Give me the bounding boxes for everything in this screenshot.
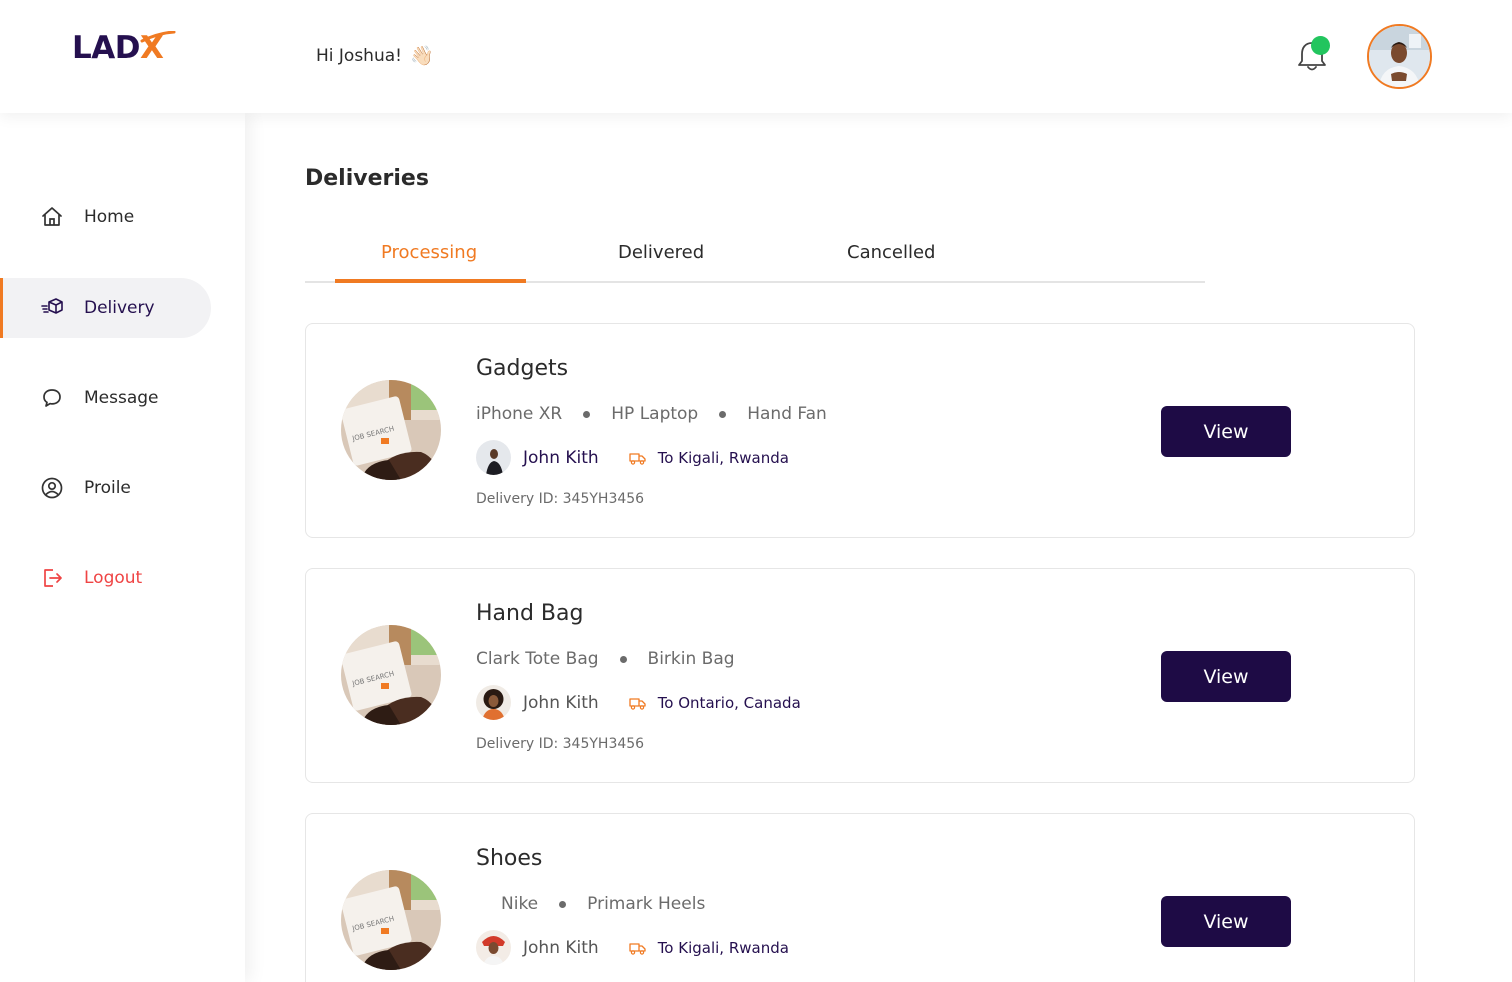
avatar-image (1369, 26, 1430, 87)
person-name: John Kith (523, 692, 599, 713)
separator-dot (559, 900, 567, 908)
sidebar-item-label: Logout (84, 568, 143, 588)
delivery-title: Shoes (476, 846, 543, 871)
sidebar-item-label: Delivery (84, 298, 155, 318)
truck-icon (629, 697, 646, 710)
top-bar: LADX Hi Joshua! 👋🏻 (0, 0, 1512, 113)
delivery-item: Clark Tote Bag (476, 649, 599, 669)
delivery-title: Gadgets (476, 356, 569, 381)
view-button[interactable]: View (1161, 406, 1291, 457)
sidebar-item-message[interactable]: Message (0, 368, 211, 428)
delivery-item: Primark Heels (587, 894, 706, 914)
delivery-card: JOB SEARCH Shoes Nike Primark Heels John… (305, 813, 1415, 982)
person-name: John Kith (523, 937, 599, 958)
delivery-destination: To Kigali, Rwanda (657, 938, 789, 957)
person-avatar (476, 685, 511, 720)
home-icon (42, 207, 62, 226)
separator-dot (719, 410, 727, 418)
delivery-destination: To Kigali, Rwanda (657, 448, 789, 467)
delivery-image: JOB SEARCH (341, 625, 441, 725)
delivery-item: Nike (501, 894, 539, 914)
delivery-person-row: John Kith To Kigali, Rwanda (476, 440, 789, 475)
delivery-items: iPhone XR HP Laptop Hand Fan (476, 404, 827, 424)
chat-bubble-icon (43, 389, 61, 407)
person-avatar (476, 440, 511, 475)
separator-dot (619, 655, 627, 663)
delivery-image: JOB SEARCH (341, 870, 441, 970)
user-circle-icon (41, 477, 63, 499)
delivery-card: JOB SEARCH Hand Bag Clark Tote Bag Birki… (305, 568, 1415, 783)
truck-icon (629, 942, 646, 955)
logo-swoosh-icon (140, 31, 176, 43)
person-avatar (476, 930, 511, 965)
page-title: Deliveries (305, 166, 429, 191)
greeting-text: Hi Joshua! (316, 45, 402, 66)
delivery-item: Hand Fan (747, 404, 827, 424)
delivery-image: JOB SEARCH (341, 380, 441, 480)
sidebar-item-label: Home (84, 207, 135, 227)
separator-dot (583, 410, 591, 418)
view-button[interactable]: View (1161, 651, 1291, 702)
delivery-card: JOB SEARCH Gadgets iPhone XR HP Laptop H… (305, 323, 1415, 538)
sidebar-item-profile[interactable]: Proile (0, 458, 211, 518)
user-avatar[interactable] (1367, 24, 1432, 89)
tab-delivered[interactable]: Delivered (618, 242, 704, 263)
sidebar-item-home[interactable]: Home (0, 187, 211, 247)
sidebar-item-logout[interactable]: Logout (0, 548, 211, 608)
delivery-title: Hand Bag (476, 601, 584, 626)
active-tab-indicator (335, 279, 526, 283)
logo-text: LAD (72, 30, 140, 66)
logout-icon (44, 569, 62, 587)
delivery-id: Delivery ID: 345YH3456 (476, 736, 645, 752)
view-button[interactable]: View (1161, 896, 1291, 947)
tab-cancelled[interactable]: Cancelled (847, 242, 935, 263)
delivery-destination: To Ontario, Canada (657, 693, 801, 712)
sidebar-item-label: Proile (84, 478, 131, 498)
delivery-items: Clark Tote Bag Birkin Bag (476, 649, 735, 669)
package-icon (41, 298, 63, 314)
person-name: John Kith (523, 447, 599, 468)
wave-emoji-icon: 👋🏻 (409, 45, 434, 67)
delivery-items: Nike Primark Heels (476, 894, 705, 914)
delivery-person-row: John Kith To Kigali, Rwanda (476, 930, 789, 965)
notification-dot (1311, 36, 1330, 55)
sidebar: Home Delivery Message Proile Logout (0, 113, 245, 982)
delivery-id: Delivery ID: 345YH3456 (476, 491, 645, 507)
delivery-item: HP Laptop (611, 404, 699, 424)
sidebar-item-delivery[interactable]: Delivery (0, 278, 211, 338)
delivery-item: Birkin Bag (647, 649, 735, 669)
delivery-item: iPhone XR (476, 404, 563, 424)
delivery-tabs: Processing Delivered Cancelled (305, 238, 1205, 283)
tab-processing[interactable]: Processing (381, 242, 477, 263)
greeting: Hi Joshua! 👋🏻 (316, 44, 434, 67)
truck-icon (629, 452, 646, 465)
sidebar-item-label: Message (84, 388, 159, 408)
delivery-person-row: John Kith To Ontario, Canada (476, 685, 801, 720)
